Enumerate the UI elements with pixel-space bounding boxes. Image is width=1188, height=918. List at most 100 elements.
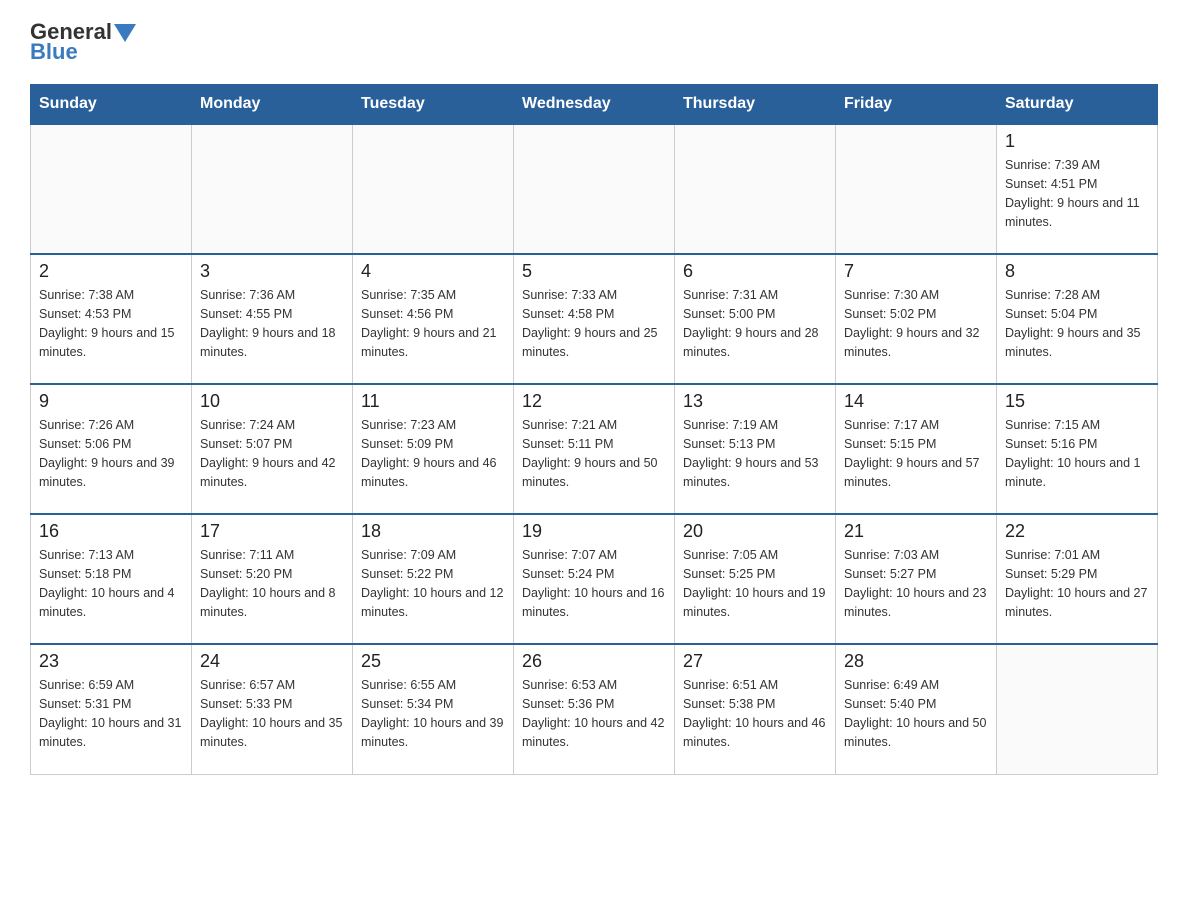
logo-text-blue: Blue [30,40,78,64]
calendar-cell: 2Sunrise: 7:38 AMSunset: 4:53 PMDaylight… [31,254,192,384]
day-of-week-header: Tuesday [353,85,514,125]
calendar-cell: 21 Sunrise: 7:03 AMSunset: 5:27 PMDayligh… [836,514,997,644]
calendar-week-row: 23Sunrise: 6:59 AMSunset: 5:31 PMDayligh… [31,644,1158,774]
day-number: 10 [200,391,344,412]
calendar-cell: 7 Sunrise: 7:30 AMSunset: 5:02 PMDaylight… [836,254,997,384]
day-info: Sunrise: 7:26 AMSunset: 5:06 PMDaylight:… [39,416,183,491]
day-of-week-header: Thursday [675,85,836,125]
day-of-week-header: Sunday [31,85,192,125]
day-info: Sunrise: 7:11 AMSunset: 5:20 PMDaylight:… [200,546,344,621]
calendar-table: SundayMondayTuesdayWednesdayThursdayFrid… [30,84,1158,775]
day-info: Sunrise: 7:09 AMSunset: 5:22 PMDaylight:… [361,546,505,621]
calendar-cell: 9 Sunrise: 7:26 AMSunset: 5:06 PMDaylight… [31,384,192,514]
day-number: 4 [361,261,505,282]
day-info: Sunrise: 7:15 AMSunset: 5:16 PMDaylight:… [1005,416,1149,491]
calendar-cell [675,124,836,254]
day-info: Sunrise: 7:17 AMSunset: 5:15 PMDaylight:… [844,416,988,491]
calendar-cell: 10 Sunrise: 7:24 AMSunset: 5:07 PMDayligh… [192,384,353,514]
day-info: Sunrise: 7:01 AMSunset: 5:29 PMDaylight:… [1005,546,1149,621]
day-number: 5 [522,261,666,282]
calendar-cell: 5 Sunrise: 7:33 AMSunset: 4:58 PMDaylight… [514,254,675,384]
calendar-cell [192,124,353,254]
day-info: Sunrise: 7:19 AMSunset: 5:13 PMDaylight:… [683,416,827,491]
day-info: Sunrise: 7:24 AMSunset: 5:07 PMDaylight:… [200,416,344,491]
calendar-cell: 6 Sunrise: 7:31 AMSunset: 5:00 PMDaylight… [675,254,836,384]
day-of-week-header: Wednesday [514,85,675,125]
day-of-week-header: Monday [192,85,353,125]
calendar-cell: 12 Sunrise: 7:21 AMSunset: 5:11 PMDayligh… [514,384,675,514]
day-info: Sunrise: 7:05 AMSunset: 5:25 PMDaylight:… [683,546,827,621]
day-info: Sunrise: 7:07 AMSunset: 5:24 PMDaylight:… [522,546,666,621]
calendar-cell [353,124,514,254]
day-number: 19 [522,521,666,542]
calendar-cell: 18Sunrise: 7:09 AMSunset: 5:22 PMDayligh… [353,514,514,644]
calendar-cell: 14 Sunrise: 7:17 AMSunset: 5:15 PMDayligh… [836,384,997,514]
day-info: Sunrise: 7:39 AMSunset: 4:51 PMDaylight:… [1005,156,1149,231]
day-number: 28 [844,651,988,672]
calendar-cell [514,124,675,254]
calendar-week-row: 16Sunrise: 7:13 AMSunset: 5:18 PMDayligh… [31,514,1158,644]
calendar-week-row: 1 Sunrise: 7:39 AMSunset: 4:51 PMDaylight… [31,124,1158,254]
calendar-cell: 28 Sunrise: 6:49 AMSunset: 5:40 PMDayligh… [836,644,997,774]
calendar-cell [997,644,1158,774]
calendar-cell: 17 Sunrise: 7:11 AMSunset: 5:20 PMDayligh… [192,514,353,644]
day-number: 17 [200,521,344,542]
day-info: Sunrise: 7:35 AMSunset: 4:56 PMDaylight:… [361,286,505,361]
day-number: 27 [683,651,827,672]
calendar-cell: 27 Sunrise: 6:51 AMSunset: 5:38 PMDayligh… [675,644,836,774]
day-number: 14 [844,391,988,412]
day-info: Sunrise: 7:28 AMSunset: 5:04 PMDaylight:… [1005,286,1149,361]
calendar-cell [836,124,997,254]
day-number: 8 [1005,261,1149,282]
day-number: 7 [844,261,988,282]
day-number: 9 [39,391,183,412]
page-header: General Blue [30,20,1158,64]
day-info: Sunrise: 7:21 AMSunset: 5:11 PMDaylight:… [522,416,666,491]
day-number: 16 [39,521,183,542]
day-info: Sunrise: 6:53 AMSunset: 5:36 PMDaylight:… [522,676,666,751]
day-info: Sunrise: 7:33 AMSunset: 4:58 PMDaylight:… [522,286,666,361]
calendar-cell: 25 Sunrise: 6:55 AMSunset: 5:34 PMDayligh… [353,644,514,774]
day-number: 24 [200,651,344,672]
calendar-cell: 1 Sunrise: 7:39 AMSunset: 4:51 PMDaylight… [997,124,1158,254]
day-number: 20 [683,521,827,542]
calendar-week-row: 9 Sunrise: 7:26 AMSunset: 5:06 PMDaylight… [31,384,1158,514]
day-number: 13 [683,391,827,412]
calendar-cell: 11 Sunrise: 7:23 AMSunset: 5:09 PMDayligh… [353,384,514,514]
day-info: Sunrise: 7:31 AMSunset: 5:00 PMDaylight:… [683,286,827,361]
calendar-week-row: 2Sunrise: 7:38 AMSunset: 4:53 PMDaylight… [31,254,1158,384]
logo-triangle-icon [114,24,136,42]
logo: General Blue [30,20,136,64]
day-info: Sunrise: 7:23 AMSunset: 5:09 PMDaylight:… [361,416,505,491]
day-number: 26 [522,651,666,672]
day-number: 1 [1005,131,1149,152]
day-info: Sunrise: 6:49 AMSunset: 5:40 PMDaylight:… [844,676,988,751]
day-number: 23 [39,651,183,672]
calendar-cell: 19 Sunrise: 7:07 AMSunset: 5:24 PMDayligh… [514,514,675,644]
calendar-cell: 23Sunrise: 6:59 AMSunset: 5:31 PMDayligh… [31,644,192,774]
day-number: 25 [361,651,505,672]
calendar-cell: 24 Sunrise: 6:57 AMSunset: 5:33 PMDayligh… [192,644,353,774]
calendar-cell: 26 Sunrise: 6:53 AMSunset: 5:36 PMDayligh… [514,644,675,774]
day-number: 6 [683,261,827,282]
calendar-cell: 13 Sunrise: 7:19 AMSunset: 5:13 PMDayligh… [675,384,836,514]
day-info: Sunrise: 7:30 AMSunset: 5:02 PMDaylight:… [844,286,988,361]
day-info: Sunrise: 6:51 AMSunset: 5:38 PMDaylight:… [683,676,827,751]
day-info: Sunrise: 6:55 AMSunset: 5:34 PMDaylight:… [361,676,505,751]
day-info: Sunrise: 6:57 AMSunset: 5:33 PMDaylight:… [200,676,344,751]
calendar-cell: 8 Sunrise: 7:28 AMSunset: 5:04 PMDaylight… [997,254,1158,384]
day-number: 12 [522,391,666,412]
day-number: 3 [200,261,344,282]
day-number: 21 [844,521,988,542]
calendar-cell: 22 Sunrise: 7:01 AMSunset: 5:29 PMDayligh… [997,514,1158,644]
day-of-week-header: Saturday [997,85,1158,125]
calendar-cell: 16Sunrise: 7:13 AMSunset: 5:18 PMDayligh… [31,514,192,644]
day-info: Sunrise: 7:36 AMSunset: 4:55 PMDaylight:… [200,286,344,361]
day-info: Sunrise: 7:03 AMSunset: 5:27 PMDaylight:… [844,546,988,621]
calendar-cell: 20 Sunrise: 7:05 AMSunset: 5:25 PMDayligh… [675,514,836,644]
day-number: 11 [361,391,505,412]
day-number: 15 [1005,391,1149,412]
day-number: 22 [1005,521,1149,542]
calendar-cell: 3 Sunrise: 7:36 AMSunset: 4:55 PMDaylight… [192,254,353,384]
calendar-header-row: SundayMondayTuesdayWednesdayThursdayFrid… [31,85,1158,125]
